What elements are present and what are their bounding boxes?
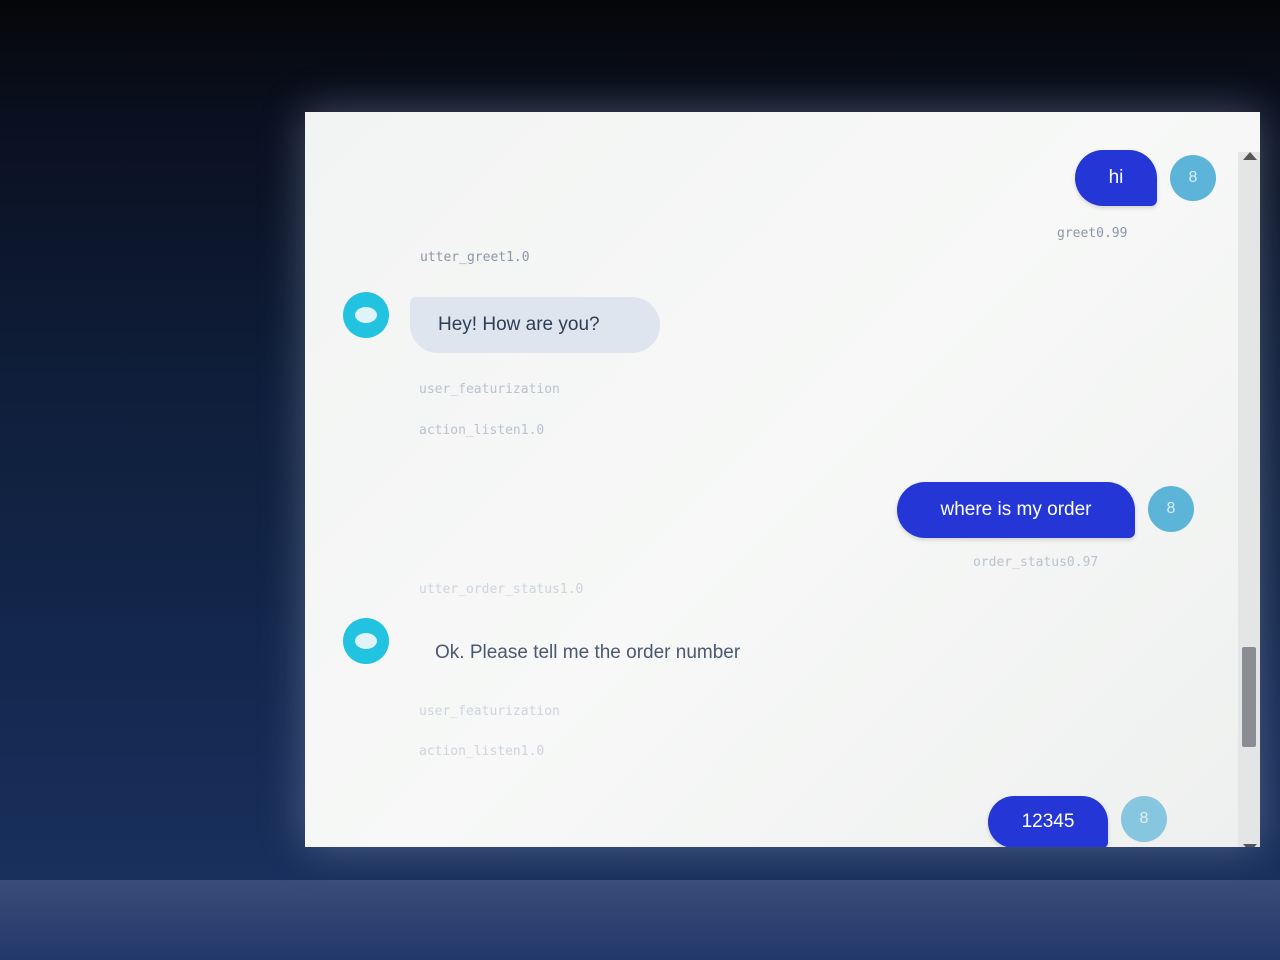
user-message-text: where is my order bbox=[940, 499, 1092, 520]
user-message-bubble: hi bbox=[1075, 150, 1157, 206]
bot-action-label: utter_greet1.0 bbox=[420, 250, 530, 265]
monitor-bezel bbox=[0, 880, 1280, 960]
scroll-down-arrow-icon[interactable] bbox=[1243, 844, 1257, 847]
user-avatar-icon: 8 bbox=[1170, 155, 1216, 201]
user-message-bubble: where is my order bbox=[897, 482, 1135, 538]
bot-avatar-icon bbox=[343, 292, 389, 338]
chat-window: hi 8 greet0.99 utter_greet1.0 Hey! How a… bbox=[305, 112, 1260, 847]
user-message-text: 12345 bbox=[1021, 811, 1075, 832]
event-label: user_featurization bbox=[419, 704, 560, 719]
event-label: user_featurization bbox=[419, 382, 560, 397]
user-avatar-icon: 8 bbox=[1121, 796, 1167, 842]
intent-label: order_status0.97 bbox=[973, 555, 1099, 570]
user-avatar-icon: 8 bbox=[1148, 486, 1194, 532]
bot-action-label: utter_order_status1.0 bbox=[419, 582, 584, 597]
bot-avatar-icon bbox=[343, 618, 389, 664]
user-message-text: hi bbox=[1108, 167, 1124, 188]
scroll-up-arrow-icon[interactable] bbox=[1243, 152, 1257, 160]
user-message-bubble: 12345 bbox=[988, 796, 1108, 847]
bot-message-text: Ok. Please tell me the order number bbox=[435, 642, 741, 663]
event-label: action_listen1.0 bbox=[419, 744, 545, 759]
intent-label: greet0.99 bbox=[1057, 226, 1128, 241]
chat-scrollbar[interactable] bbox=[1238, 152, 1260, 847]
scrollbar-thumb[interactable] bbox=[1242, 647, 1256, 747]
event-label: action_listen1.0 bbox=[419, 423, 545, 438]
bot-message-bubble: Hey! How are you? bbox=[410, 297, 660, 353]
bot-message-text: Hey! How are you? bbox=[438, 314, 600, 335]
